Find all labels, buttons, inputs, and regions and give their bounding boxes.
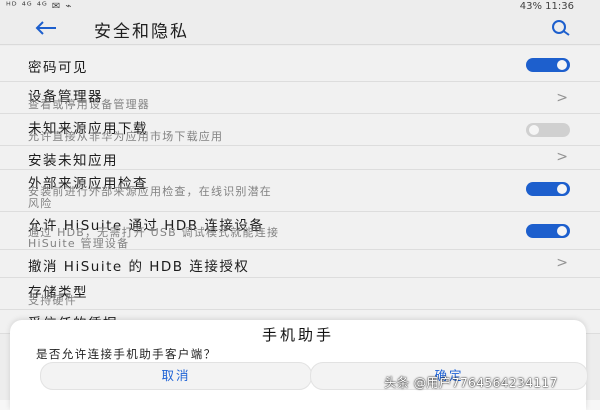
dialog-title: 手机助手 <box>261 326 334 344</box>
watermark: 头条 @用户7764564234117 <box>384 375 558 390</box>
dialog-message: 是否允许连接手机助手客户端？ <box>36 347 217 361</box>
cancel-button[interactable]: 取消 <box>40 362 312 390</box>
connect-dialog: 手机助手 是否允许连接手机助手客户端？ 取消 确定 <box>10 320 588 410</box>
